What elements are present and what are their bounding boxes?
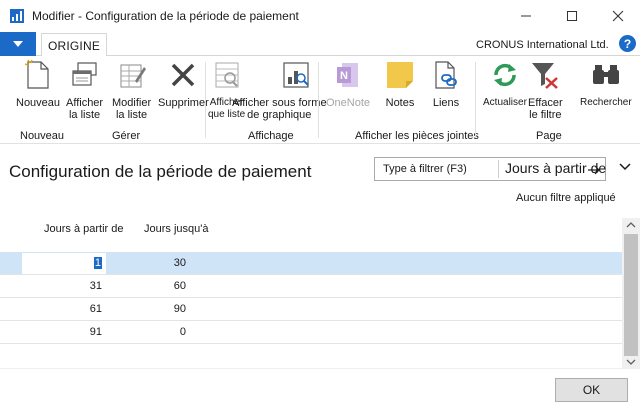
cell-to[interactable]: 0: [106, 326, 186, 338]
cell-to[interactable]: 30: [106, 257, 186, 269]
onenote-icon: N: [332, 58, 364, 92]
close-icon: [612, 10, 624, 22]
cell-to[interactable]: 90: [106, 303, 186, 315]
edit-list-button[interactable]: Modifier la liste: [112, 58, 151, 121]
cell-from-value: 1: [93, 257, 102, 269]
app-icon: [10, 9, 24, 23]
ribbon: Nouveau Afficher la liste Modifier la li…: [0, 56, 640, 144]
ok-button[interactable]: OK: [555, 378, 628, 402]
table-row[interactable]: 31 60: [0, 275, 622, 298]
delete-button[interactable]: Supprimer: [158, 58, 209, 109]
page-title: Configuration de la période de paiement: [9, 162, 312, 181]
onenote-label: OneNote: [326, 97, 371, 109]
cell-to[interactable]: 60: [106, 280, 186, 292]
link-icon: [430, 58, 462, 92]
delete-icon: [167, 58, 199, 92]
new-button-label: Nouveau: [16, 97, 61, 109]
cell-from[interactable]: 1: [22, 257, 102, 269]
tab-origine[interactable]: ORIGINE: [41, 33, 107, 57]
refresh-label: Actualiser: [483, 97, 527, 108]
view-list-button[interactable]: Afficher la liste: [66, 58, 103, 121]
vertical-scrollbar[interactable]: [622, 218, 640, 368]
chevron-down-icon: [13, 41, 23, 47]
maximize-button[interactable]: [549, 0, 595, 32]
edit-list-icon: [116, 58, 148, 92]
column-header-to[interactable]: Jours jusqu'à: [144, 223, 208, 235]
company-name[interactable]: CRONUS International Ltd.: [476, 39, 609, 51]
cell-from[interactable]: 31: [22, 280, 102, 292]
clear-filter-icon: [529, 58, 561, 92]
show-as-chart-button[interactable]: Afficher sous forme de graphique: [232, 58, 327, 121]
cell-from[interactable]: 61: [22, 303, 102, 315]
edit-list-label: Modifier la liste: [112, 97, 152, 121]
links-button[interactable]: Liens: [430, 58, 462, 109]
notes-label: Notes: [385, 97, 415, 109]
delete-label: Supprimer: [158, 97, 209, 109]
show-as-chart-label: Afficher sous forme de graphique: [232, 97, 327, 121]
filter-input[interactable]: Type à filtrer (F3): [383, 163, 467, 175]
view-list-label: Afficher la liste: [66, 97, 104, 121]
search-label: Rechercher: [580, 97, 632, 108]
new-document-icon: [22, 58, 54, 92]
scroll-up-icon[interactable]: [626, 221, 636, 229]
scroll-down-icon[interactable]: [626, 358, 636, 366]
onenote-button[interactable]: N OneNote: [326, 58, 370, 109]
column-header-from[interactable]: Jours à partir de: [44, 223, 123, 235]
table-row[interactable]: 91 0: [0, 321, 622, 344]
window-title: Modifier - Configuration de la période d…: [32, 9, 299, 23]
chevron-down-icon[interactable]: [618, 161, 632, 173]
ribbon-tab-row: ORIGINE CRONUS International Ltd. ?: [0, 32, 640, 57]
group-divider: [205, 62, 206, 138]
view-list-icon: [69, 58, 101, 92]
clear-filter-button[interactable]: Effacer le filtre: [528, 58, 563, 121]
application-menu-button[interactable]: [0, 32, 36, 56]
group-label-gerer: Gérer: [112, 130, 141, 142]
clear-filter-label: Effacer le filtre: [528, 97, 563, 121]
group-label-nouveau: Nouveau: [20, 130, 65, 142]
group-divider: [318, 62, 319, 138]
notes-icon: [384, 58, 416, 92]
group-divider: [475, 62, 476, 138]
new-button[interactable]: Nouveau: [16, 58, 60, 109]
links-label: Liens: [432, 97, 460, 109]
table-row[interactable]: 61 90: [0, 298, 622, 321]
minimize-button[interactable]: [503, 0, 549, 32]
refresh-icon: [489, 58, 521, 92]
title-bar: Modifier - Configuration de la période d…: [0, 0, 640, 32]
chart-icon: [280, 58, 312, 92]
close-button[interactable]: [595, 0, 640, 32]
cell-from[interactable]: 91: [22, 326, 102, 338]
search-button[interactable]: Rechercher: [580, 58, 632, 109]
group-label-pieces-jointes: Afficher les pièces jointes: [355, 130, 479, 142]
binoculars-icon: [590, 58, 622, 92]
scrollbar-thumb[interactable]: [624, 234, 638, 356]
group-label-page: Page: [536, 130, 562, 142]
help-icon[interactable]: ?: [619, 35, 636, 52]
minimize-icon: [521, 15, 531, 17]
notes-button[interactable]: Notes: [384, 58, 416, 109]
filter-box: Type à filtrer (F3) Jours à partir de: [374, 157, 606, 181]
arrow-right-icon[interactable]: [587, 165, 601, 175]
refresh-button[interactable]: Actualiser: [483, 58, 527, 109]
filter-divider: [498, 160, 499, 178]
group-label-affichage: Affichage: [248, 130, 294, 142]
filter-status: Aucun filtre appliqué: [516, 192, 616, 204]
svg-text:N: N: [340, 70, 348, 82]
table-row[interactable]: 1 30: [0, 252, 622, 275]
footer-divider: [0, 368, 640, 369]
maximize-icon: [567, 11, 577, 21]
